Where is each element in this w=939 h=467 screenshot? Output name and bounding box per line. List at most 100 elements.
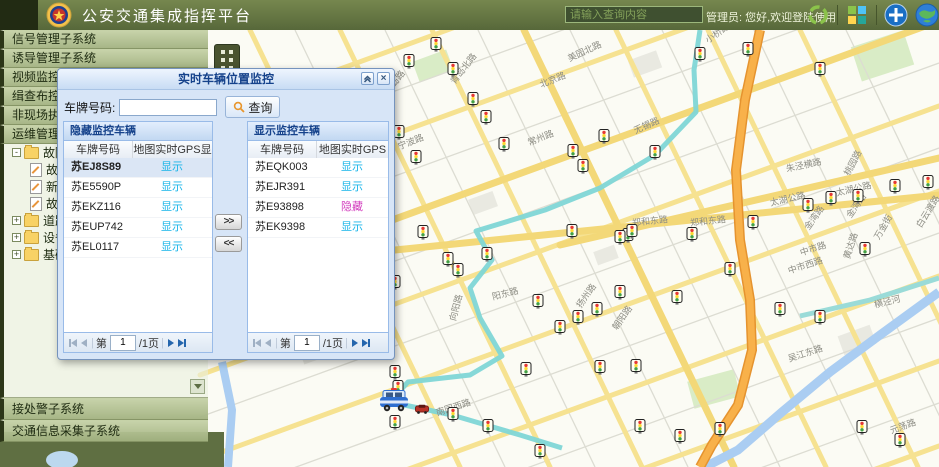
expand-node-icon[interactable]: + [12,233,21,242]
vehicle-row[interactable]: 苏EJ8S89显示 [64,158,212,178]
traffic-light-icon[interactable] [634,419,646,434]
traffic-light-icon[interactable] [694,47,706,62]
traffic-light-icon[interactable] [447,62,459,77]
column-header-plate[interactable]: 车牌号码 [248,141,317,159]
traffic-light-icon[interactable] [894,433,906,448]
gps-toggle-link[interactable]: 显示 [316,218,388,237]
traffic-light-icon[interactable] [554,320,566,335]
traffic-light-icon[interactable] [417,225,429,240]
traffic-light-icon[interactable] [498,137,510,152]
vehicle-row[interactable]: 苏EK9398显示 [248,218,388,238]
traffic-light-icon[interactable] [467,92,479,107]
last-page-button[interactable] [178,339,186,347]
traffic-light-icon[interactable] [814,62,826,77]
first-page-button[interactable] [253,339,261,347]
traffic-light-icon[interactable] [430,37,442,52]
traffic-light-icon[interactable] [856,420,868,435]
next-page-button[interactable] [352,339,358,347]
vehicle-row[interactable]: 苏EJR391显示 [248,178,388,198]
traffic-light-icon[interactable] [649,145,661,160]
traffic-light-icon[interactable] [572,310,584,325]
traffic-light-icon[interactable] [594,360,606,375]
traffic-light-icon[interactable] [481,247,493,262]
traffic-light-icon[interactable] [674,429,686,444]
close-icon[interactable]: × [377,72,390,85]
traffic-light-icon[interactable] [630,359,642,374]
traffic-light-icon[interactable] [532,294,544,309]
traffic-light-icon[interactable] [566,224,578,239]
traffic-light-icon[interactable] [598,129,610,144]
gps-toggle-link[interactable]: 显示 [132,238,212,257]
last-page-button[interactable] [362,339,370,347]
next-page-button[interactable] [168,339,174,347]
traffic-light-icon[interactable] [389,415,401,430]
move-right-button[interactable]: >> [215,214,242,230]
traffic-light-icon[interactable] [747,215,759,230]
apps-grid-icon[interactable] [845,3,869,27]
query-button[interactable]: 查询 [225,96,280,118]
expand-node-icon[interactable]: + [12,216,21,225]
traffic-light-icon[interactable] [724,262,736,277]
gps-toggle-link[interactable]: 显示 [132,218,212,237]
car-marker[interactable] [415,401,429,419]
collapse-icon[interactable] [361,72,374,85]
first-page-button[interactable] [69,339,77,347]
previous-page-button[interactable] [265,339,271,347]
page-number-input[interactable] [294,335,320,351]
traffic-light-icon[interactable] [825,191,837,206]
traffic-light-icon[interactable] [410,150,422,165]
sidebar-item[interactable]: 诱导管理子系统 [0,49,208,68]
column-header-gps[interactable]: 地图实时GPS显示 [133,141,212,159]
vehicle-row[interactable]: 苏E5590P显示 [64,178,212,198]
traffic-light-icon[interactable] [889,179,901,194]
recycle-icon[interactable] [806,3,830,27]
vehicle-row[interactable]: 苏EQK003显示 [248,158,388,178]
header-search-input[interactable] [565,6,703,23]
traffic-light-icon[interactable] [626,224,638,239]
sidebar-item[interactable]: 交通信息采集子系统 [0,420,208,442]
gps-toggle-link[interactable]: 显示 [132,158,212,177]
move-left-button[interactable]: << [215,236,242,252]
traffic-light-icon[interactable] [614,285,626,300]
traffic-light-icon[interactable] [480,110,492,125]
page-number-input[interactable] [110,335,136,351]
scroll-down-arrow[interactable] [190,379,205,394]
traffic-light-icon[interactable] [482,419,494,434]
dialog-title-bar[interactable]: 实时车辆位置监控 [58,69,394,90]
traffic-light-icon[interactable] [452,263,464,278]
traffic-light-icon[interactable] [859,242,871,257]
gps-toggle-link[interactable]: 显示 [316,178,388,197]
traffic-light-icon[interactable] [403,54,415,69]
expand-node-icon[interactable]: + [12,250,21,259]
traffic-light-icon[interactable] [802,198,814,213]
traffic-light-icon[interactable] [447,407,459,422]
traffic-light-icon[interactable] [389,365,401,380]
gps-toggle-link[interactable]: 显示 [316,158,388,177]
traffic-light-icon[interactable] [774,302,786,317]
plate-number-input[interactable] [119,99,217,116]
previous-page-button[interactable] [81,339,87,347]
gps-toggle-link[interactable]: 隐藏 [316,198,388,217]
add-icon[interactable] [884,3,908,27]
traffic-light-icon[interactable] [714,422,726,437]
vehicle-row[interactable]: 苏EL0117显示 [64,238,212,258]
vehicle-row[interactable]: 苏E93898隐藏 [248,198,388,218]
globe-icon[interactable] [915,3,939,27]
gps-toggle-link[interactable]: 显示 [132,178,212,197]
sidebar-item[interactable]: 信号管理子系统 [0,30,208,49]
vehicle-row[interactable]: 苏EUP742显示 [64,218,212,238]
traffic-light-icon[interactable] [591,302,603,317]
traffic-light-icon[interactable] [567,144,579,159]
vehicle-row[interactable]: 苏EKZ116显示 [64,198,212,218]
traffic-light-icon[interactable] [852,189,864,204]
collapse-node-icon[interactable]: - [12,148,21,157]
traffic-light-icon[interactable] [534,444,546,459]
traffic-light-icon[interactable] [520,362,532,377]
police-vehicle-marker[interactable] [378,388,410,417]
traffic-light-icon[interactable] [614,230,626,245]
gps-toggle-link[interactable]: 显示 [132,198,212,217]
traffic-light-icon[interactable] [671,290,683,305]
sidebar-item[interactable]: 接处警子系统 [0,398,208,420]
column-header-gps[interactable]: 地图实时GPS显示 [317,141,388,159]
traffic-light-icon[interactable] [686,227,698,242]
